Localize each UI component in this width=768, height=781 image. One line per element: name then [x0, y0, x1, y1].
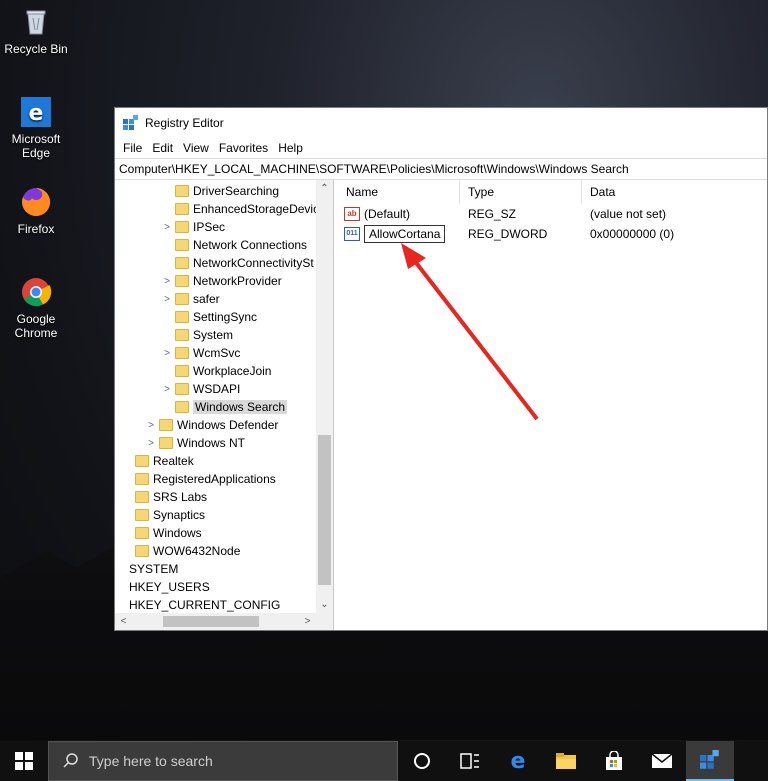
svg-text:e: e — [511, 750, 526, 772]
search-placeholder: Type here to search — [89, 753, 213, 769]
folder-icon — [556, 753, 576, 769]
registry-editor-taskbar-button[interactable] — [686, 741, 734, 781]
registry-editor-icon — [700, 750, 719, 769]
annotation-arrow — [401, 243, 539, 421]
mail-icon — [651, 753, 673, 768]
cortana-circle-icon — [414, 753, 430, 769]
search-icon — [63, 752, 79, 771]
store-bag-icon — [606, 751, 622, 770]
mail-button[interactable] — [638, 741, 686, 781]
taskbar: Type here to search e — [0, 741, 768, 781]
edge-taskbar-button[interactable]: e — [494, 741, 542, 781]
task-view-icon — [460, 753, 479, 769]
edge-icon: e — [511, 750, 526, 772]
start-button[interactable] — [0, 741, 48, 781]
task-view-button[interactable] — [446, 741, 494, 781]
file-explorer-button[interactable] — [542, 741, 590, 781]
taskbar-search-box[interactable]: Type here to search — [48, 741, 398, 781]
windows-logo-icon — [15, 752, 33, 770]
cortana-button[interactable] — [398, 741, 446, 781]
store-button[interactable] — [590, 741, 638, 781]
